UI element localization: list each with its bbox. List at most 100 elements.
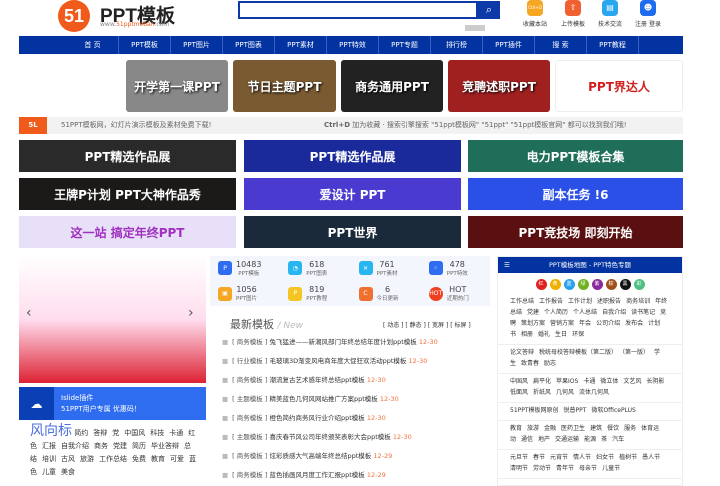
- color-topic[interactable]: 红: [535, 279, 547, 290]
- logo-mark[interactable]: 51: [58, 0, 90, 32]
- item-title[interactable]: 蓝色插画风月度工作汇报ppt模板: [269, 471, 364, 479]
- item-category[interactable]: [ 商务模板 ]: [232, 452, 269, 460]
- topic-link[interactable]: 工作报告: [539, 298, 563, 305]
- list-item[interactable]: ■[ 行业模板 ] 毛玻璃3D渐变风电商年度大促狂欢活动ppt模板 12-30: [222, 352, 492, 371]
- list-item[interactable]: ■[ 商务模板 ] 潮流复古艺术感年终总结ppt模板 12-30: [222, 371, 492, 390]
- topic-link[interactable]: 论文答辩: [510, 349, 534, 356]
- trend-tag[interactable]: 儿童: [42, 468, 56, 476]
- trend-tag[interactable]: 旅游: [80, 455, 94, 463]
- topic-link[interactable]: 春节: [533, 454, 545, 461]
- promo-banner[interactable]: 商务通用PPT: [341, 60, 443, 112]
- promo-banner[interactable]: 节日主题PPT: [233, 60, 336, 112]
- stat-refresh[interactable]: C 6 今日更新: [350, 281, 420, 306]
- item-category[interactable]: [ 行业模板 ]: [232, 357, 269, 365]
- topic-link[interactable]: 清明节: [510, 465, 528, 472]
- topic-link[interactable]: 愚人节: [642, 454, 660, 461]
- topic-link[interactable]: （第一版）: [622, 349, 649, 356]
- tool-chat[interactable]: ▤ 技术交流: [592, 0, 628, 28]
- topic-link[interactable]: 工作计划: [568, 298, 592, 305]
- topic-link[interactable]: 低面风: [510, 389, 528, 396]
- item-category[interactable]: [ 商务模板 ]: [232, 376, 269, 384]
- stat-ppt[interactable]: P 10483 PPT模板: [210, 256, 280, 281]
- topic-link[interactable]: 策划方案: [521, 320, 545, 327]
- feature-banner[interactable]: PPT竞技场 即刻开始: [468, 216, 683, 248]
- stat-pie-chart[interactable]: ◔ 618 PPT图表: [280, 256, 350, 281]
- item-title[interactable]: 炫彩质感大气高端年终总结ppt模板: [269, 452, 371, 460]
- feature-banner[interactable]: PPT精选作品展: [244, 140, 461, 172]
- trend-tag[interactable]: 工作总结: [99, 455, 127, 463]
- topic-link[interactable]: 相册: [521, 331, 533, 338]
- topic-link[interactable]: 扁平化: [533, 378, 551, 385]
- trend-tag[interactable]: 毕业答辩: [151, 442, 179, 450]
- topic-link[interactable]: 金融: [544, 425, 556, 432]
- item-category[interactable]: [ 商务模板 ]: [232, 471, 269, 479]
- item-title[interactable]: 潮流复古艺术感年终总结ppt模板: [269, 376, 364, 384]
- tool-user[interactable]: ☻ 注册 登录: [630, 0, 666, 28]
- topic-link[interactable]: 商务培训: [626, 298, 650, 305]
- topic-link[interactable]: 元宵节: [550, 454, 568, 461]
- nav-item[interactable]: PPT图片: [171, 36, 223, 54]
- topic-link[interactable]: 母亲节: [579, 465, 597, 472]
- topic-link[interactable]: 锐普PPT: [564, 407, 587, 414]
- trend-tag[interactable]: 党建: [113, 442, 127, 450]
- list-item[interactable]: ■[ 商务模板 ] 蓝色插画风月度工作汇报ppt模板 12-29: [222, 466, 492, 485]
- topic-link[interactable]: 苹果IOS: [556, 378, 578, 385]
- nav-item[interactable]: 首 页: [67, 36, 119, 54]
- topic-link[interactable]: 几何风: [556, 389, 574, 396]
- topic-link[interactable]: 流体几何风: [579, 389, 609, 396]
- topic-link[interactable]: 生日: [555, 331, 567, 338]
- feature-banner[interactable]: PPT精选作品展: [19, 140, 236, 172]
- nav-item[interactable]: PPT插件: [483, 36, 535, 54]
- nav-item[interactable]: PPT专题: [379, 36, 431, 54]
- topic-link[interactable]: 述职报告: [597, 298, 621, 305]
- item-title[interactable]: 喜庆春节风公司年终颁奖表彰大会ppt模板: [269, 433, 390, 441]
- topic-link[interactable]: 劳动节: [533, 465, 551, 472]
- nav-item[interactable]: PPT模板: [119, 36, 171, 54]
- topic-link[interactable]: 地产: [538, 436, 550, 443]
- topic-link[interactable]: 党建: [527, 309, 539, 316]
- search-input[interactable]: [238, 1, 478, 19]
- topic-link[interactable]: 茶: [601, 436, 607, 443]
- stat-effect[interactable]: ⁘ 478 PPT特效: [420, 256, 490, 281]
- tool-ctrl-d[interactable]: Ctrl+D 收藏本站: [517, 0, 553, 28]
- color-topic[interactable]: 紫: [591, 279, 603, 290]
- topic-link[interactable]: 环保: [572, 331, 584, 338]
- trend-tag[interactable]: 答辩: [93, 429, 107, 437]
- color-topic[interactable]: 棕: [605, 279, 617, 290]
- nav-item[interactable]: 搜 索: [535, 36, 587, 54]
- color-topic[interactable]: 黄: [549, 279, 561, 290]
- trend-tag[interactable]: 培训: [42, 455, 56, 463]
- topic-link[interactable]: 51PPT模板网原创: [510, 407, 559, 414]
- topic-link[interactable]: 婚礼: [538, 331, 550, 338]
- search-option-button[interactable]: [465, 25, 485, 31]
- trend-tag[interactable]: 美食: [61, 468, 75, 476]
- topic-link[interactable]: 元旦节: [510, 454, 528, 461]
- topic-link[interactable]: 妇女节: [596, 454, 614, 461]
- topic-link[interactable]: 交通运输: [555, 436, 579, 443]
- list-item[interactable]: ■[ 主题模板 ] 精美蓝色几何风网站推广方案ppt模板 12-30: [222, 390, 492, 409]
- color-topic[interactable]: 绿: [577, 279, 589, 290]
- trend-tag[interactable]: 商务: [94, 442, 108, 450]
- nav-item[interactable]: PPT教程: [587, 36, 639, 54]
- topic-link[interactable]: 公司介绍: [596, 320, 620, 327]
- list-item[interactable]: ■[ 商务模板 ] 兔飞猛进——新潮风部门年终总结年度计划ppt模板 12-30: [222, 333, 492, 352]
- topic-link[interactable]: 工作总结: [510, 298, 534, 305]
- item-category[interactable]: [ 主题模板 ]: [232, 433, 269, 441]
- islide-promo[interactable]: ☁ Islide插件 51PPT用户专属 优惠码！: [19, 387, 206, 420]
- item-category[interactable]: [ 主题模板 ]: [232, 395, 269, 403]
- color-topic[interactable]: 黑: [619, 279, 631, 290]
- topic-link[interactable]: 微软OfficePLUS: [591, 407, 635, 414]
- topic-link[interactable]: 服务: [624, 425, 636, 432]
- topic-link[interactable]: 发布会: [625, 320, 643, 327]
- feature-banner[interactable]: 副本任务 !6: [468, 178, 683, 210]
- carousel[interactable]: [19, 256, 206, 383]
- trend-tag[interactable]: 党: [112, 429, 119, 437]
- list-item[interactable]: ■[ 商务模板 ] 橙色简约商务风行业介绍ppt模板 12-30: [222, 409, 492, 428]
- nav-item[interactable]: 排行榜: [431, 36, 483, 54]
- carousel-next[interactable]: ›: [188, 305, 194, 321]
- topic-link[interactable]: 折纸风: [533, 389, 551, 396]
- promo-banner[interactable]: 竞聘述职PPT: [448, 60, 550, 112]
- trend-tag[interactable]: 科技: [150, 429, 164, 437]
- feature-banner[interactable]: PPT世界: [244, 216, 461, 248]
- topic-link[interactable]: 个人简历: [544, 309, 568, 316]
